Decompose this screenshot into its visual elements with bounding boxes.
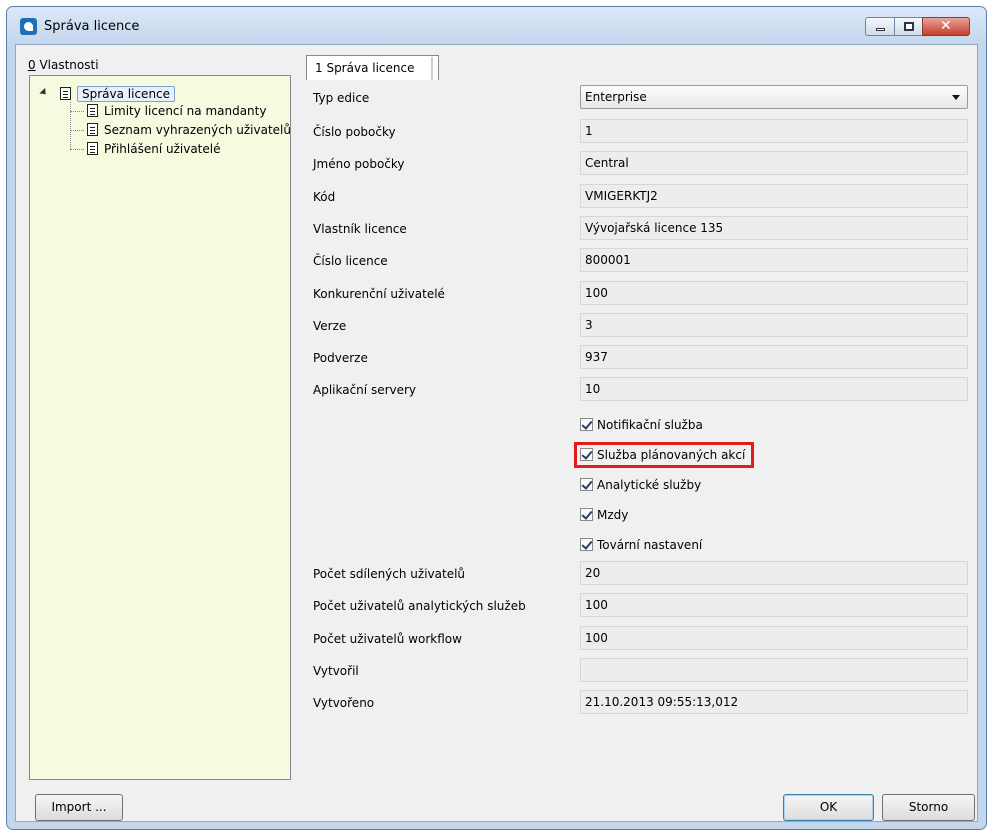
aplikacni-servery-field[interactable]: 10 [580, 377, 968, 401]
field-label: Podverze [313, 351, 368, 365]
import-button[interactable]: Import ... [35, 794, 123, 821]
field-label: Počet sdílených uživatelů [313, 567, 466, 581]
field-label: Počet uživatelů analytických služeb [313, 599, 526, 613]
minimize-button[interactable] [865, 17, 895, 36]
pocet-uzivatelu-workflow-field[interactable]: 100 [580, 626, 968, 650]
checkbox-checked-icon[interactable] [580, 538, 593, 551]
window-title: Správa licence [44, 19, 140, 34]
pocet-sdilenych-uzivatelu-field[interactable]: 20 [580, 561, 968, 585]
ok-button[interactable]: OK [783, 794, 874, 821]
typ-edice-label: Typ edice [313, 91, 370, 105]
close-button[interactable]: ✕ [922, 17, 970, 36]
document-icon [60, 87, 71, 100]
checkbox-mzdy[interactable]: Mzdy [580, 506, 628, 524]
field-label: Konkurenční uživatelé [313, 287, 445, 301]
checkbox-notifikacni-sluzba[interactable]: Notifikační služba [580, 416, 703, 434]
tab-page: Typ edice Enterprise Číslo pobočky 1 Jmé… [306, 81, 968, 781]
tab-bar: 1 Správa licence [306, 55, 966, 81]
jmeno-pobocky-field[interactable]: Central [580, 151, 968, 175]
tree-item-sprava-licence[interactable]: Správa licence [60, 86, 176, 103]
field-label: Kód [313, 190, 336, 204]
checkbox-analyticke-sluzby[interactable]: Analytické služby [580, 476, 701, 494]
tree-item-prihlaseni[interactable]: Přihlášení uživatelé [87, 141, 220, 158]
verze-field[interactable]: 3 [580, 313, 968, 337]
typ-edice-select[interactable]: Enterprise [580, 85, 968, 109]
tab-divider [431, 57, 433, 80]
dialog-client-area: 0 Vlastnosti Správa licence Limity licen… [15, 44, 978, 822]
tree-item-limity[interactable]: Limity licencí na mandanty [87, 103, 266, 120]
license-window: Správa licence ✕ 0 Vlastnosti Správa lic… [6, 6, 987, 830]
tree-connector [70, 149, 84, 150]
tab-sprava-licence[interactable]: 1 Správa licence [306, 55, 440, 80]
tree-item-seznam[interactable]: Seznam vyhrazených uživatelů [87, 122, 291, 139]
document-icon [87, 104, 98, 117]
document-icon [87, 142, 98, 155]
close-icon: ✕ [940, 18, 952, 34]
cislo-pobocky-field[interactable]: 1 [580, 119, 968, 143]
kod-field[interactable]: VMIGERKTJ2 [580, 184, 968, 208]
checkbox-checked-icon[interactable] [580, 508, 593, 521]
chevron-down-icon [952, 95, 960, 100]
vytvoreno-field[interactable]: 21.10.2013 09:55:13,012 [580, 690, 968, 714]
field-label: Číslo licence [313, 254, 388, 268]
document-icon [87, 123, 98, 136]
title-bar[interactable]: Správa licence ✕ [7, 7, 986, 45]
field-label: Verze [313, 319, 347, 333]
vytvoril-field[interactable] [580, 658, 968, 682]
pocet-uzivatelu-analytickych-sluzeb-field[interactable]: 100 [580, 593, 968, 617]
tree-connector [70, 111, 84, 112]
field-label: Vlastník licence [313, 222, 407, 236]
field-label: Vytvořeno [313, 696, 375, 710]
minimize-icon [876, 28, 885, 31]
field-label: Počet uživatelů workflow [313, 632, 462, 646]
properties-tree[interactable]: Správa licence Limity licencí na mandant… [29, 75, 291, 780]
expand-caret-icon[interactable] [39, 87, 49, 98]
storno-button[interactable]: Storno [882, 794, 975, 821]
konkurencni-uzivatele-field[interactable]: 100 [580, 281, 968, 305]
field-label: Vytvořil [313, 664, 359, 678]
tree-connector [70, 102, 71, 149]
checkbox-tovarni-nastaveni[interactable]: Tovární nastavení [580, 536, 702, 554]
cislo-licence-field[interactable]: 800001 [580, 248, 968, 272]
tree-connector [70, 130, 84, 131]
checkbox-checked-icon[interactable] [580, 418, 593, 431]
maximize-button[interactable] [894, 17, 923, 36]
field-label: Jméno pobočky [313, 157, 405, 171]
vlastnik-licence-field[interactable]: Vývojařská licence 135 [580, 216, 968, 240]
properties-label: 0 Vlastnosti [28, 58, 99, 72]
app-icon [20, 18, 37, 35]
maximize-icon [904, 22, 914, 31]
podverze-field[interactable]: 937 [580, 345, 968, 369]
highlight-box [574, 442, 754, 468]
checkbox-checked-icon[interactable] [580, 478, 593, 491]
field-label: Číslo pobočky [313, 125, 396, 139]
field-label: Aplikační servery [313, 383, 417, 397]
